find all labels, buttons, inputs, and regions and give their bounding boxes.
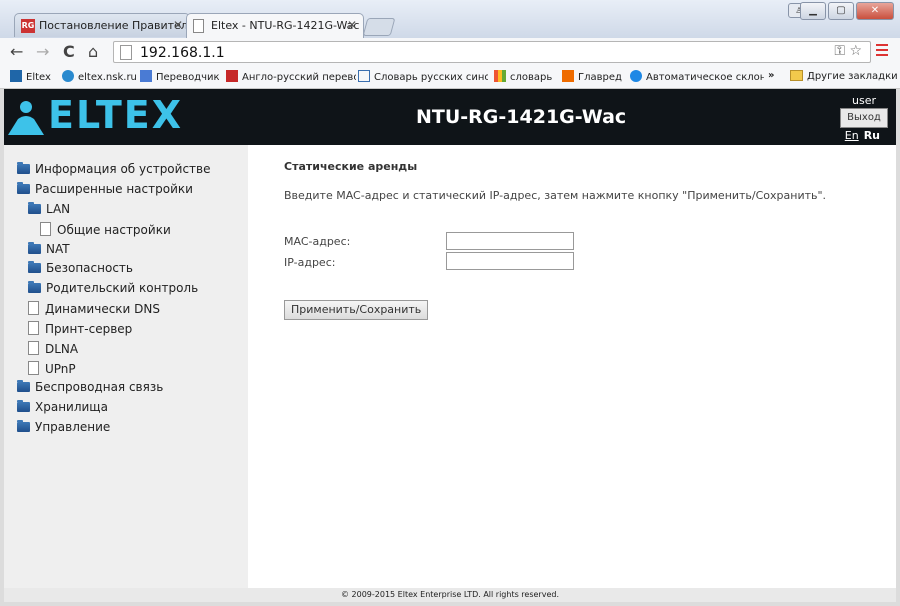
dictionary-icon [358,70,370,82]
apply-save-button[interactable]: Применить/Сохранить [284,300,429,320]
sidebar-item-parental[interactable]: Родительский контроль [28,281,198,295]
document-icon [28,321,39,335]
home-icon[interactable]: ⌂ [88,42,98,61]
bookmark-translator[interactable]: Переводчик [140,70,220,83]
language-switch: En Ru [845,129,880,142]
document-icon [28,341,39,355]
document-icon [28,301,39,315]
ip-label: IP-адрес: [284,256,336,269]
folder-icon [17,380,30,392]
eltex-icon [62,70,74,82]
instruction-text: Введите MAC-адрес и статический IP-адрес… [284,189,827,202]
sidebar: Информация об устройстве Расширенные нас… [4,145,248,588]
chart-icon [494,70,506,82]
bookmark-synonyms[interactable]: Словарь русских сино [358,70,488,83]
reload-icon[interactable]: C [63,42,75,61]
forward-icon[interactable]: → [36,42,49,61]
star-icon[interactable]: ☆ [849,43,862,59]
bookmark-morph[interactable]: Автоматическое склоне [630,70,764,83]
bookmark-glavred[interactable]: Главред [562,70,622,83]
morph-icon [630,70,642,82]
sidebar-item-management[interactable]: Управление [17,420,110,434]
menu-icon[interactable] [876,44,888,59]
sidebar-item-dlna[interactable]: DLNA [28,341,78,356]
maximize-button[interactable]: ▢ [828,2,854,20]
page-favicon-icon [193,19,204,33]
window-controls: ▁ ▢ ✕ [800,2,894,20]
eltex-logo-icon [8,101,44,135]
folder-icon [17,162,30,174]
tab-label: Постановление Правитель [39,19,190,32]
bookmark-eltex[interactable]: Eltex [10,70,51,83]
sidebar-item-wireless[interactable]: Беспроводная связь [17,380,163,394]
key-icon[interactable]: ⚿ [834,43,845,59]
browser-titlebar: RG Постановление Правитель ✕ Eltex - NTU… [0,0,900,38]
new-tab-button[interactable] [362,18,396,36]
folder-icon [28,281,41,293]
document-icon [40,222,51,236]
bookmarks-bar: Eltex eltex.nsk.ru Переводчик Англо-русс… [0,66,900,89]
mac-address-input[interactable] [446,232,574,250]
folder-icon [28,242,41,254]
back-icon[interactable]: ← [10,42,23,61]
main-content: Статические аренды Введите MAC-адрес и с… [248,145,896,588]
folder-icon [790,70,803,81]
sidebar-item-device-info[interactable]: Информация об устройстве [17,162,211,176]
sidebar-item-print-server[interactable]: Принт-сервер [28,321,132,336]
book-icon [226,70,238,82]
close-tab-icon[interactable]: ✕ [173,18,183,32]
tab-eltex[interactable]: Eltex - NTU-RG-1421G-Wac ✕ [186,13,364,38]
bookmark-slovar[interactable]: словарь [494,70,552,83]
translate-icon [140,70,152,82]
sidebar-item-upnp[interactable]: UPnP [28,361,76,376]
bookmark-eltex-nsk[interactable]: eltex.nsk.ru [62,70,137,83]
device-title: NTU-RG-1421G-Wac [416,106,627,128]
sidebar-item-security[interactable]: Безопасность [28,261,133,275]
folder-icon [17,182,30,194]
folder-icon [28,261,41,273]
document-icon [28,361,39,375]
address-bar[interactable]: ⚿ ☆ [113,41,871,63]
logo-text: ELTEX [48,93,184,137]
sidebar-item-advanced[interactable]: Расширенные настройки [17,182,193,196]
sidebar-item-general[interactable]: Общие настройки [40,222,171,237]
bookmarks-overflow[interactable]: » [768,70,774,81]
page-header: ELTEX NTU-RG-1421G-Wac user Выход En Ru [4,89,896,145]
address-input[interactable] [138,43,742,63]
logout-button[interactable]: Выход [840,108,888,128]
close-tab-icon[interactable]: ✕ [347,18,357,32]
glavred-icon [562,70,574,82]
sidebar-item-ddns[interactable]: Динамически DNS [28,301,160,316]
omnibox-actions: ⚿ ☆ [834,43,862,59]
ip-address-input[interactable] [446,252,574,270]
username: user [852,94,876,107]
footer-copyright: © 2009-2015 Eltex Enterprise LTD. All ri… [4,588,896,602]
mac-label: MAC-адрес: [284,235,351,248]
folder-icon [28,202,41,214]
lang-en-link[interactable]: En [845,129,859,142]
folder-icon [17,400,30,412]
minimize-button[interactable]: ▁ [800,2,826,20]
sidebar-item-nat[interactable]: NAT [28,242,70,256]
lang-ru-link[interactable]: Ru [864,129,880,142]
sidebar-item-storage[interactable]: Хранилища [17,400,108,414]
close-window-button[interactable]: ✕ [856,2,894,20]
tab-label: Eltex - NTU-RG-1421G-Wac [211,19,360,32]
bookmark-en-ru[interactable]: Англо-русский перевод [226,70,356,83]
sidebar-item-lan[interactable]: LAN [28,202,70,216]
eltex-icon [10,70,22,82]
page-icon [120,45,132,60]
tab-rg[interactable]: RG Постановление Правитель ✕ [14,13,190,37]
rg-favicon-icon: RG [21,19,35,33]
folder-icon [17,420,30,432]
page-title: Статические аренды [284,160,418,173]
browser-toolbar: ← → C ⌂ ⚿ ☆ [0,38,900,66]
bookmark-other[interactable]: Другие закладки [790,70,898,82]
